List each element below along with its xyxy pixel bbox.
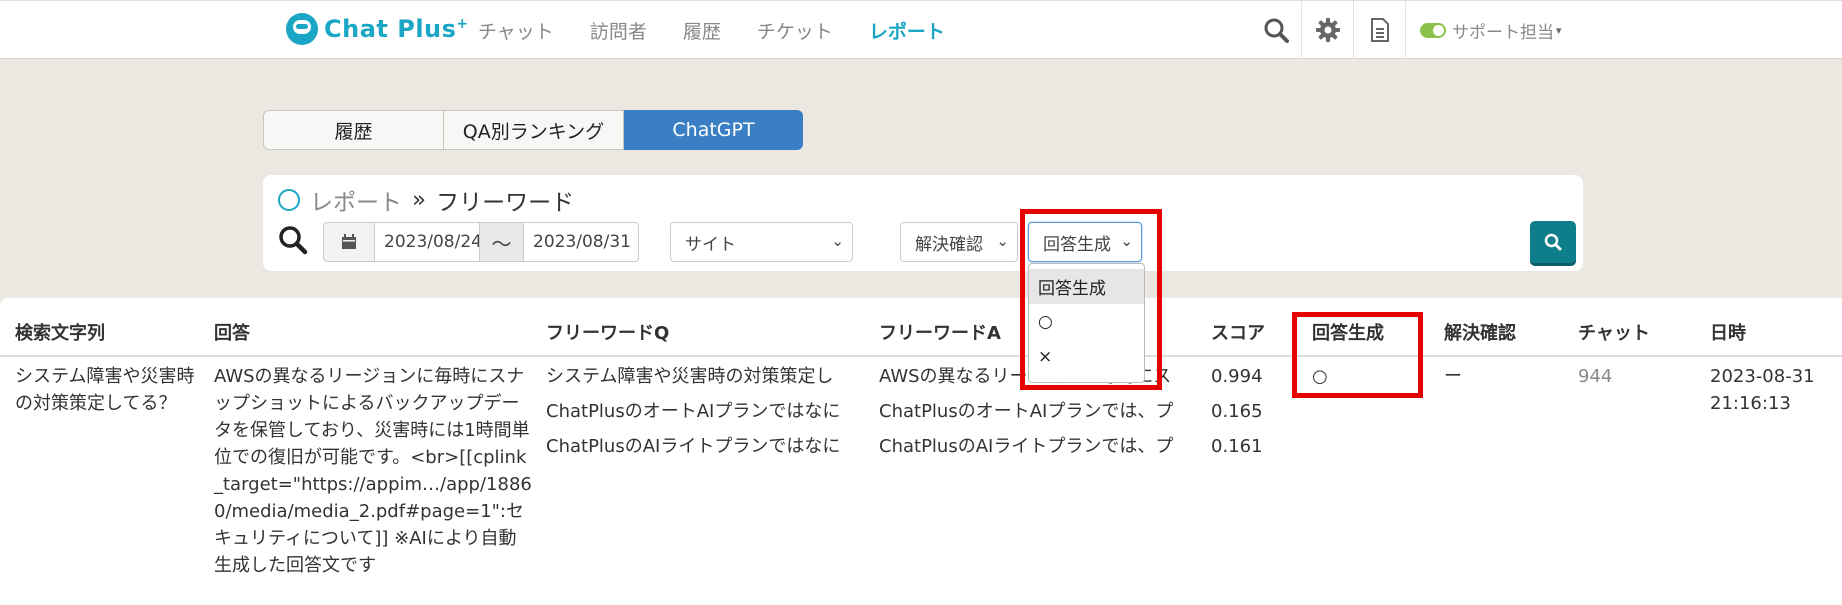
col-header-answer[interactable]: 回答 xyxy=(214,320,250,347)
cell-freeq-1: システム障害や災害時の対策策定し xyxy=(546,366,834,387)
nav-chat[interactable]: チャット xyxy=(478,17,554,44)
main-nav: チャット 訪問者 履歴 チケット レポート xyxy=(478,1,981,59)
resolve-select-value: 解決確認 xyxy=(915,234,983,255)
cell-freea-3: ChatPlusのAIライトプランでは、プ xyxy=(879,436,1174,457)
col-header-freea[interactable]: フリーワードA xyxy=(879,320,1001,347)
col-header-freeq[interactable]: フリーワードQ xyxy=(546,320,669,347)
caret-down-icon: ▾ xyxy=(1556,23,1562,37)
nav-history[interactable]: 履歴 xyxy=(683,17,721,44)
chevron-down-icon: ⌄ xyxy=(996,232,1009,250)
tab-history[interactable]: 履歴 xyxy=(263,110,444,150)
resolve-select[interactable]: 解決確認 ⌄ xyxy=(900,222,1018,262)
search-icon xyxy=(278,225,308,259)
brand-name: Chat Plus xyxy=(324,15,457,43)
filter-panel: レポート » フリーワード 2023/08/24 ～ 2023/08/31 サイ… xyxy=(263,175,1583,271)
site-select[interactable]: サイト ⌄ xyxy=(670,222,853,262)
chevron-down-icon: ⌄ xyxy=(831,232,844,250)
col-header-date[interactable]: 日時 xyxy=(1710,320,1746,347)
search-icon[interactable] xyxy=(1250,1,1302,59)
breadcrumb: レポート » フリーワード xyxy=(278,183,574,217)
col-header-query[interactable]: 検索文字列 xyxy=(15,320,105,347)
nav-tickets[interactable]: チケット xyxy=(757,17,833,44)
cell-query: システム障害や災害時の対策策定してる？ xyxy=(15,366,195,414)
col-header-score[interactable]: スコア xyxy=(1211,320,1265,347)
top-navbar: Chat Plus+ チャット 訪問者 履歴 チケット レポート サポート担当 … xyxy=(0,0,1842,59)
tab-chatgpt[interactable]: ChatGPT xyxy=(624,110,803,150)
cell-freeq-3: ChatPlusのAIライトプランではなに xyxy=(546,436,841,457)
cell-score-1: 0.994 xyxy=(1211,366,1263,387)
cell-score-3: 0.161 xyxy=(1211,436,1263,457)
highlight-box-column xyxy=(1292,312,1423,398)
document-icon[interactable] xyxy=(1354,1,1406,59)
tab-qa-ranking[interactable]: QA別ランキング xyxy=(444,110,624,150)
user-menu[interactable]: サポート担当 ▾ xyxy=(1406,1,1562,59)
col-header-resolve[interactable]: 解決確認 xyxy=(1444,320,1516,347)
calendar-icon[interactable] xyxy=(323,222,375,262)
nav-report[interactable]: レポート xyxy=(869,17,945,44)
gear-icon[interactable] xyxy=(1302,1,1354,59)
breadcrumb-separator: » xyxy=(412,187,427,213)
search-icon xyxy=(1544,233,1562,251)
date-range-separator: ～ xyxy=(479,222,524,262)
cell-freeq-2: ChatPlusのオートAIプランではなに xyxy=(546,401,841,422)
cell-resolve: ー xyxy=(1444,366,1462,387)
cell-date: 2023-08-31 xyxy=(1710,366,1815,387)
header-actions: サポート担当 ▾ xyxy=(1250,1,1562,59)
search-button[interactable] xyxy=(1530,221,1576,263)
cell-freea-2: ChatPlusのオートAIプランでは、プ xyxy=(879,401,1174,422)
cell-time: 21:16:13 xyxy=(1710,393,1791,414)
site-select-value: サイト xyxy=(685,234,736,255)
date-to-input[interactable]: 2023/08/31 xyxy=(523,222,639,262)
brand-logo[interactable]: Chat Plus+ xyxy=(286,13,469,45)
cell-answer: AWSの異なるリージョンに毎時にスナップショットによるバックアップデータを保管し… xyxy=(214,366,532,576)
cell-score-2: 0.165 xyxy=(1211,401,1263,422)
report-tabs: 履歴 QA別ランキング ChatGPT xyxy=(263,110,803,150)
date-from-input[interactable]: 2023/08/24 xyxy=(374,222,482,262)
cell-chat-link[interactable]: 944 xyxy=(1578,363,1612,390)
breadcrumb-parent[interactable]: レポート xyxy=(310,183,402,217)
circle-icon xyxy=(278,189,300,211)
col-header-chat[interactable]: チャット xyxy=(1578,320,1650,347)
status-toggle[interactable] xyxy=(1420,22,1446,38)
highlight-box-dropdown xyxy=(1020,209,1162,390)
breadcrumb-current: フリーワード xyxy=(436,190,575,216)
brand-sup: + xyxy=(456,16,469,32)
nav-visitors[interactable]: 訪問者 xyxy=(590,17,647,44)
chat-bubble-icon xyxy=(286,13,318,45)
user-label: サポート担当 xyxy=(1452,22,1554,43)
table-header-divider xyxy=(0,355,1842,357)
